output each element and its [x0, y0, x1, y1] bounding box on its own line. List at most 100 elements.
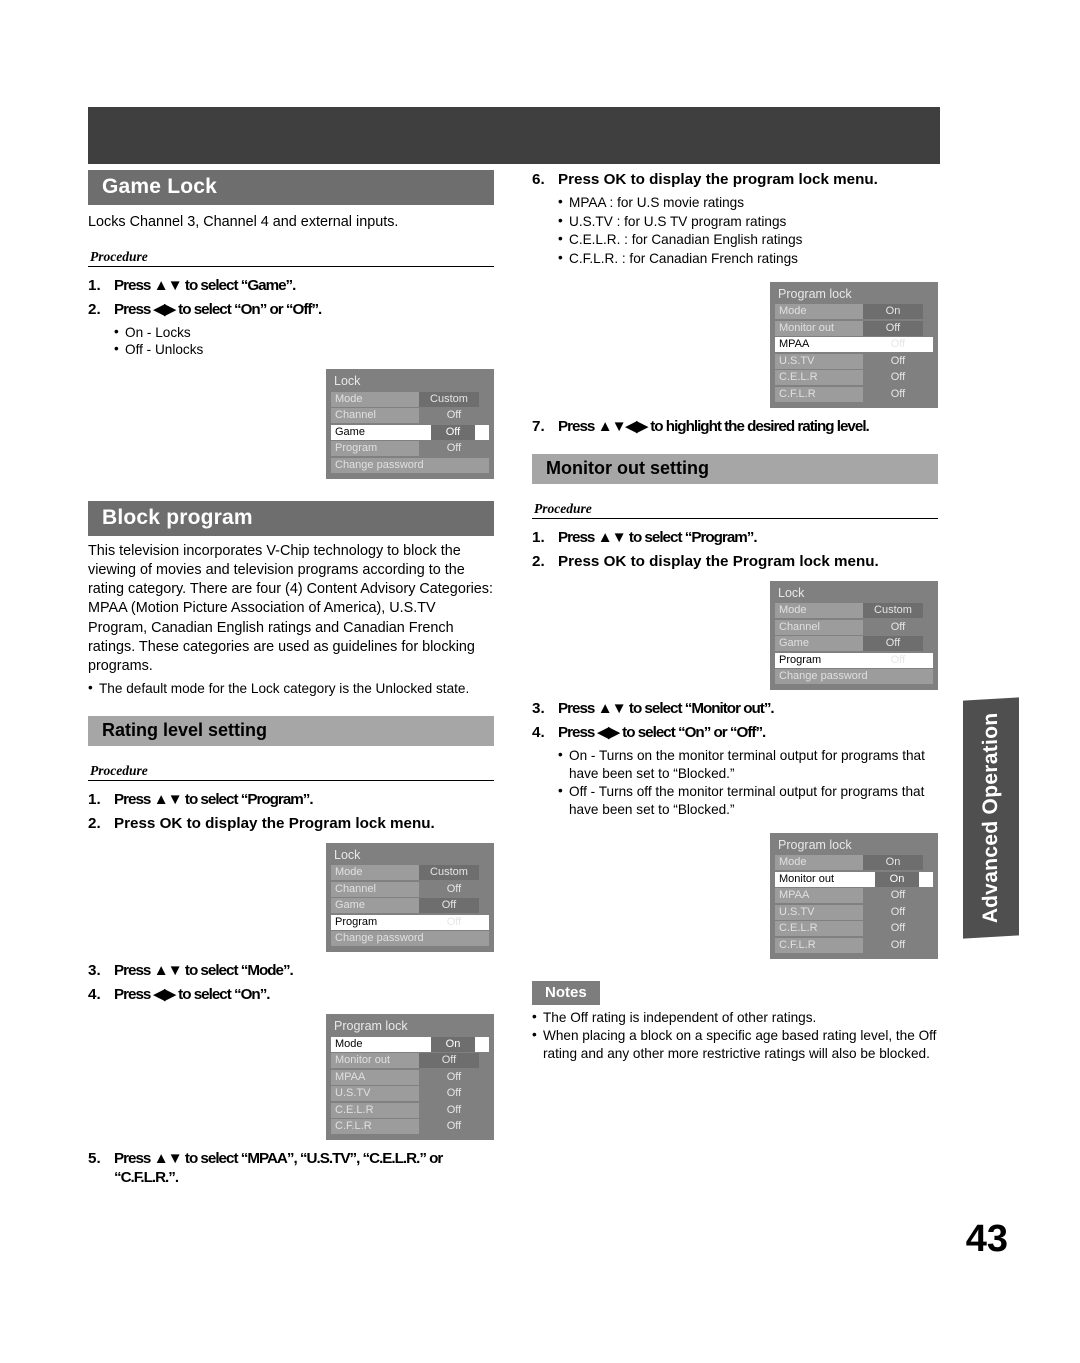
- osd-menu-program-lock-mpaa[interactable]: Program lock Mode On Monitor out Off MPA…: [770, 281, 938, 408]
- osd-row-value: Off: [890, 371, 906, 384]
- osd-row-program[interactable]: Program Off: [331, 914, 489, 930]
- game-lock-intro: Locks Channel 3, Channel 4 and external …: [88, 214, 399, 231]
- osd-row-mpaa[interactable]: MPAA Off: [331, 1069, 489, 1085]
- step-number: 2.: [88, 814, 101, 832]
- osd-title: Lock: [334, 374, 361, 389]
- osd-menu-lock[interactable]: Lock Mode Custom Channel Off Game Off Pr…: [770, 580, 938, 691]
- step-text: Press ▲▼ to select “Program”.: [558, 528, 758, 546]
- osd-row-value: Off: [890, 922, 906, 935]
- list-item: The Off rating is independent of other r…: [532, 1008, 938, 1027]
- osd-row-value: On: [863, 304, 923, 320]
- osd-row-label: Game: [775, 636, 863, 652]
- osd-title: Lock: [334, 847, 361, 862]
- osd-row-label: Mode: [775, 304, 863, 320]
- block-program-body: This television incorporates V-Chip tech…: [88, 542, 494, 674]
- rating-level-steps-d: 6. Press OK to display the program lock …: [532, 170, 938, 189]
- step-number: 7.: [532, 417, 545, 435]
- osd-row-mode[interactable]: Mode On: [775, 855, 933, 871]
- osd-row-monitor-out[interactable]: Monitor out Off: [331, 1053, 489, 1069]
- osd-row-value: On: [875, 871, 919, 887]
- game-lock-bullets: On - Locks Off - Unlocks: [88, 323, 494, 359]
- osd-row-cflr[interactable]: C.F.L.R Off: [775, 386, 933, 402]
- osd-row-monitor-out[interactable]: Monitor out On: [775, 871, 933, 887]
- osd-row-label: Channel: [775, 619, 863, 635]
- notes-label: Notes: [532, 980, 600, 1005]
- page-number: 43: [965, 1218, 1008, 1260]
- rating-level-steps-a: 1. Press ▲▼ to select “Program”. 2. Pres…: [88, 790, 494, 833]
- step-text: Press ◀▶ to select “On” or “Off”.: [558, 724, 766, 742]
- osd-row-value: Custom: [863, 603, 923, 619]
- page-top-banner: [88, 107, 940, 164]
- osd-row-label: Program: [331, 914, 419, 930]
- osd-row-value: Off: [890, 905, 906, 918]
- osd-title: Program lock: [334, 1019, 408, 1034]
- osd-row-value: Custom: [419, 865, 479, 881]
- osd-title: Program lock: [778, 837, 852, 852]
- osd-menu-program-lock[interactable]: Program lock Mode On Monitor out Off MPA…: [326, 1014, 494, 1141]
- osd-row-ustv[interactable]: U.S.TV Off: [331, 1086, 489, 1102]
- osd-row-celr[interactable]: C.E.L.R Off: [331, 1102, 489, 1118]
- osd-row-game[interactable]: Game Off: [331, 424, 489, 440]
- osd-menu-lock[interactable]: Lock Mode Custom Channel Off Game Off Pr…: [326, 369, 494, 479]
- step-number: 1.: [532, 528, 545, 546]
- osd-row-mode[interactable]: Mode Custom: [331, 391, 489, 407]
- rating-level-osd-program-wrap: Program lock Mode On Monitor out Off MPA…: [88, 1014, 494, 1141]
- osd-row-program[interactable]: Program Off: [331, 441, 489, 457]
- osd-row-mode[interactable]: Mode On: [331, 1036, 489, 1052]
- osd-row-game[interactable]: Game Off: [331, 898, 489, 914]
- osd-row-program[interactable]: Program Off: [775, 652, 933, 668]
- right-column: 6. Press OK to display the program lock …: [532, 170, 938, 1064]
- osd-row-label: Mode: [331, 865, 419, 881]
- osd-row-label: MPAA: [775, 888, 863, 904]
- osd-row-ustv[interactable]: U.S.TV Off: [775, 904, 933, 920]
- osd-row-mode[interactable]: Mode Custom: [775, 603, 933, 619]
- list-item: Off - Unlocks: [114, 340, 494, 359]
- osd-row-monitor-out[interactable]: Monitor out Off: [775, 320, 933, 336]
- osd-row-celr[interactable]: C.E.L.R Off: [775, 370, 933, 386]
- section-heading-monitor-out: Monitor out setting: [532, 453, 938, 484]
- osd-row-label: Monitor out: [775, 320, 863, 336]
- rating-level-steps-b: 3. Press ▲▼ to select “Mode”. 4. Press ◀…: [88, 961, 494, 1004]
- osd-row-ustv[interactable]: U.S.TV Off: [775, 353, 933, 369]
- osd-row-celr[interactable]: C.E.L.R Off: [775, 921, 933, 937]
- osd-menu-program-lock[interactable]: Program lock Mode On Monitor out On MPAA…: [770, 832, 938, 959]
- step-number: 4.: [532, 724, 545, 742]
- osd-row-mode[interactable]: Mode On: [775, 304, 933, 320]
- list-item: MPAA : for U.S movie ratings: [558, 193, 938, 212]
- list-item: 2. Press ◀▶ to select “On” or “Off”.: [88, 300, 494, 319]
- osd-row-cflr[interactable]: C.F.L.R Off: [775, 937, 933, 953]
- step-number: 4.: [88, 986, 101, 1004]
- osd-menu-lock[interactable]: Lock Mode Custom Channel Off Game Off Pr…: [326, 842, 494, 953]
- osd-row-channel[interactable]: Channel Off: [331, 881, 489, 897]
- osd-row-mode[interactable]: Mode Custom: [331, 865, 489, 881]
- osd-row-change-password[interactable]: Change password: [775, 669, 933, 685]
- rating-level-steps-e: 7. Press ▲▼◀▶ to highlight the desired r…: [532, 417, 938, 436]
- osd-row-label: Monitor out: [775, 871, 863, 887]
- osd-row-value: Off: [890, 938, 906, 951]
- osd-row-game[interactable]: Game Off: [775, 636, 933, 652]
- osd-row-label: C.E.L.R: [775, 370, 863, 386]
- osd-row-label: MPAA: [775, 337, 863, 353]
- list-item: The default mode for the Lock category i…: [88, 679, 494, 698]
- osd-row-change-password[interactable]: Change password: [331, 931, 489, 947]
- list-item: 6. Press OK to display the program lock …: [532, 170, 938, 189]
- notes-section: Notes The Off rating is independent of o…: [532, 980, 938, 1063]
- notes-list: The Off rating is independent of other r…: [532, 1008, 938, 1063]
- list-item: 1. Press ▲▼ to select “Game”.: [88, 276, 494, 295]
- step-number: 3.: [88, 962, 101, 980]
- section-heading-block-program: Block program: [88, 500, 494, 536]
- osd-row-change-password[interactable]: Change password: [331, 457, 489, 473]
- osd-row-value: Off: [890, 653, 906, 666]
- osd-row-label: C.F.L.R: [775, 386, 863, 402]
- osd-row-channel[interactable]: Channel Off: [331, 408, 489, 424]
- list-item: 3. Press ▲▼ to select “Monitor out”.: [532, 699, 938, 718]
- rating-level-steps-c: 5. Press ▲▼ to select “MPAA”, “U.S.TV”, …: [88, 1149, 494, 1187]
- osd-row-mpaa[interactable]: MPAA Off: [775, 888, 933, 904]
- osd-row-cflr[interactable]: C.F.L.R Off: [331, 1119, 489, 1135]
- game-lock-steps: 1. Press ▲▼ to select “Game”. 2. Press ◀…: [88, 276, 494, 319]
- osd-row-mpaa[interactable]: MPAA Off: [775, 337, 933, 353]
- step-text: Press ◀▶ to select “On”.: [114, 986, 271, 1004]
- monitor-out-procedure-label: Procedure: [532, 493, 938, 519]
- osd-row-label: C.F.L.R: [331, 1119, 419, 1135]
- osd-row-channel[interactable]: Channel Off: [775, 619, 933, 635]
